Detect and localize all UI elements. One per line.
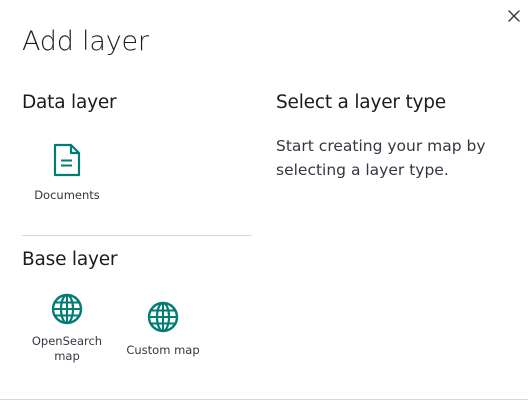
base-layer-heading: Base layer <box>22 249 118 270</box>
section-divider <box>22 235 252 236</box>
globe-icon <box>146 300 180 334</box>
documents-layer-option[interactable]: Documents <box>27 142 107 203</box>
custom-map-option[interactable]: Custom map <box>123 300 203 358</box>
opensearch-map-option[interactable]: OpenSearch map <box>27 292 107 364</box>
globe-icon <box>50 292 84 326</box>
close-button[interactable] <box>505 7 523 25</box>
document-icon <box>51 142 83 178</box>
close-icon <box>508 10 520 22</box>
opensearch-map-label: OpenSearch map <box>31 334 103 363</box>
modal-title: Add layer <box>22 26 149 57</box>
info-heading: Select a layer type <box>276 92 446 113</box>
custom-map-label: Custom map <box>126 343 200 357</box>
data-layer-heading: Data layer <box>22 92 117 113</box>
documents-label: Documents <box>34 188 100 202</box>
info-description: Start creating your map by selecting a l… <box>276 137 486 179</box>
add-layer-modal: Add layer Data layer Documents Base laye… <box>0 0 528 400</box>
